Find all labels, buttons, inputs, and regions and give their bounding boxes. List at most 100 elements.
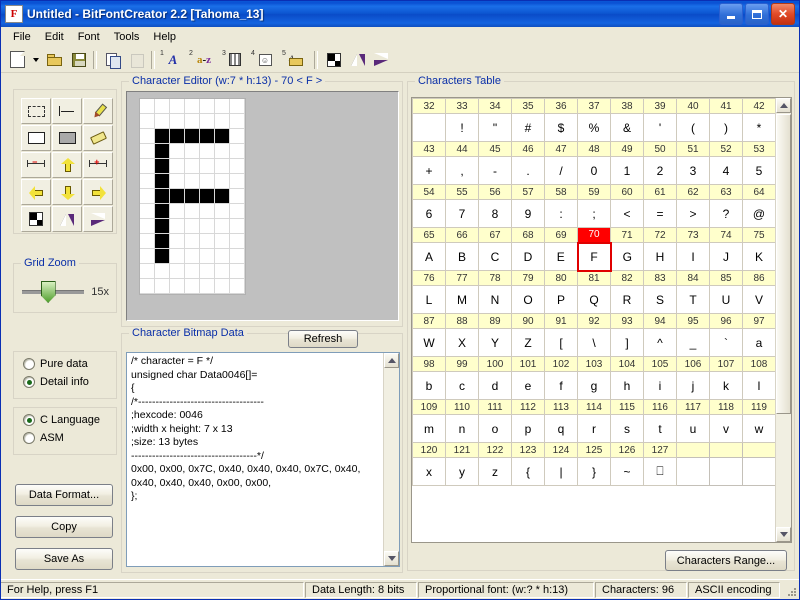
bitmap-cell[interactable] [230,174,245,189]
character-glyph-cell[interactable]: | [544,457,578,486]
character-code-cell[interactable]: 84 [676,270,710,286]
bitmap-cell[interactable] [140,189,155,204]
scroll-down-button[interactable] [384,551,399,566]
bitmap-cell[interactable] [185,249,200,264]
character-code-cell[interactable]: 36 [544,98,578,114]
bitmap-cell[interactable] [200,249,215,264]
bitmap-data-scrollbar[interactable] [383,353,399,566]
character-code-cell[interactable]: 113 [544,399,578,415]
character-glyph-cell[interactable]: p [511,414,545,443]
character-glyph-cell[interactable]: ; [577,199,611,228]
character-code-cell[interactable]: 97 [742,313,775,329]
character-glyph-cell[interactable]: = [643,199,677,228]
bitmap-cell[interactable] [215,264,230,279]
character-code-cell[interactable]: 44 [445,141,479,157]
close-button[interactable]: ✕ [771,3,795,25]
bitmap-cell[interactable] [155,189,170,204]
character-glyph-cell[interactable]: > [676,199,710,228]
bitmap-cell[interactable] [170,129,185,144]
bitmap-cell[interactable] [170,189,185,204]
radio-asm[interactable]: ASM [23,432,64,444]
bitmap-cell[interactable] [170,204,185,219]
bitmap-cell[interactable] [185,279,200,294]
bitmap-cell[interactable] [200,99,215,114]
scrollbar-thumb[interactable] [776,114,791,414]
bitmap-cell[interactable] [230,189,245,204]
bitmap-cell[interactable] [155,99,170,114]
bitmap-cell[interactable] [200,144,215,159]
character-code-cell[interactable]: 47 [544,141,578,157]
bitmap-cell[interactable] [200,219,215,234]
character-code-cell[interactable]: 79 [511,270,545,286]
bitmap-cell[interactable] [140,129,155,144]
character-glyph-cell[interactable]: U [709,285,743,314]
character-code-cell[interactable]: 64 [742,184,775,200]
new-file-dropdown-button[interactable] [30,49,42,71]
copy-button[interactable]: Copy [15,516,113,538]
character-glyph-cell[interactable]: 2 [643,156,677,185]
character-glyph-cell[interactable]: ` [709,328,743,357]
character-code-cell[interactable]: 76 [412,270,446,286]
character-code-cell[interactable]: 86 [742,270,775,286]
character-code-cell[interactable]: 34 [478,98,512,114]
character-code-cell[interactable]: 52 [709,141,743,157]
character-code-cell[interactable]: 117 [676,399,710,415]
bitmap-cell[interactable] [155,219,170,234]
minimize-button[interactable] [719,3,743,25]
character-code-cell[interactable]: 119 [742,399,775,415]
bitmap-cell[interactable] [215,204,230,219]
character-code-cell[interactable]: 121 [445,442,479,458]
character-glyph-cell[interactable]: " [478,113,512,142]
bitmap-cell[interactable] [230,219,245,234]
character-code-cell[interactable]: 124 [544,442,578,458]
bitmap-cell[interactable] [185,189,200,204]
bitmap-cell[interactable] [200,204,215,219]
character-glyph-cell[interactable]: { [511,457,545,486]
character-code-cell[interactable]: 70 [577,227,611,243]
character-glyph-cell[interactable]: 9 [511,199,545,228]
character-code-cell[interactable]: 91 [544,313,578,329]
bitmap-cell[interactable] [170,219,185,234]
character-glyph-cell[interactable]: q [544,414,578,443]
bitmap-cell[interactable] [185,204,200,219]
preview-button[interactable]: 4 ☺ [250,49,280,71]
bitmap-cell[interactable] [215,114,230,129]
character-glyph-cell[interactable]: d [478,371,512,400]
character-code-cell[interactable]: 42 [742,98,775,114]
shift-down-tool[interactable] [52,179,82,205]
character-glyph-cell[interactable]: % [577,113,611,142]
character-glyph-cell[interactable]: l [742,371,775,400]
character-glyph-cell[interactable]: I [676,242,710,271]
character-glyph-cell[interactable]: A [412,242,446,271]
character-glyph-cell[interactable]: 5 [742,156,775,185]
bitmap-cell[interactable] [140,114,155,129]
bitmap-cell[interactable] [185,144,200,159]
bitmap-cell[interactable] [215,249,230,264]
character-code-cell[interactable]: 99 [445,356,479,372]
select-rect-tool[interactable] [21,98,51,124]
character-glyph-cell[interactable]: L [412,285,446,314]
bitmap-cell[interactable] [185,159,200,174]
character-code-cell[interactable]: 71 [610,227,644,243]
character-code-cell[interactable]: 51 [676,141,710,157]
bitmap-cell[interactable] [230,204,245,219]
shift-right-tool[interactable] [83,179,113,205]
character-glyph-cell[interactable]: v [709,414,743,443]
character-glyph-cell[interactable]: H [643,242,677,271]
bitmap-cell[interactable] [185,264,200,279]
character-glyph-cell[interactable]: [ [544,328,578,357]
decrease-width-tool[interactable]: − [21,152,51,178]
character-glyph-cell[interactable]: n [445,414,479,443]
character-code-cell[interactable]: 106 [676,356,710,372]
bitmap-cell[interactable] [140,174,155,189]
character-code-cell[interactable]: 85 [709,270,743,286]
character-glyph-cell[interactable]: N [478,285,512,314]
character-code-cell[interactable]: 37 [577,98,611,114]
bitmap-cell[interactable] [215,189,230,204]
menu-item-help[interactable]: Help [146,29,183,45]
character-glyph-cell[interactable]: R [610,285,644,314]
bitmap-cell[interactable] [155,129,170,144]
character-glyph-cell[interactable]: 6 [412,199,446,228]
bitmap-cell[interactable] [155,174,170,189]
character-glyph-cell[interactable]: j [676,371,710,400]
